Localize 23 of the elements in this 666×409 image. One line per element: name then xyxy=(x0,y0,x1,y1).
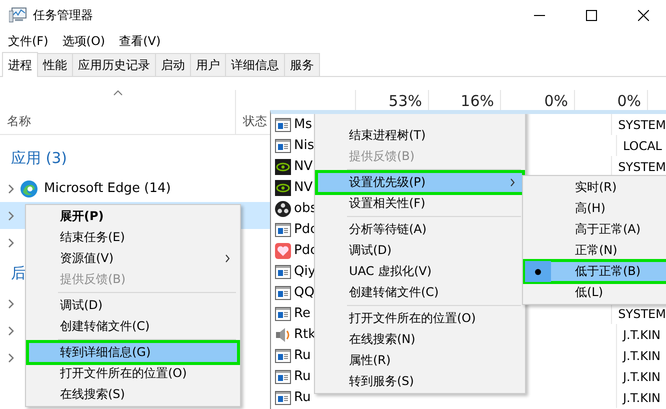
process-name: Nis xyxy=(294,138,314,153)
process-name: Re xyxy=(294,306,310,321)
user-name: J.T.KIN xyxy=(621,328,660,342)
process-name: QQ xyxy=(294,285,314,300)
window-title: 任务管理器 xyxy=(33,6,94,24)
process-name: Ru xyxy=(294,348,311,363)
user-name: J.T.KIN xyxy=(621,370,660,384)
process-name: NV xyxy=(294,159,313,174)
process-name: Rtk xyxy=(294,327,316,342)
group-title: 后 xyxy=(11,264,26,282)
user-name: SYSTEM xyxy=(617,306,666,320)
user-name: LOCAL xyxy=(622,138,662,152)
group-title: 应用 (3) xyxy=(11,148,68,168)
user-name: J.T.KIN xyxy=(621,390,660,404)
process-name: Microsoft Edge (14) xyxy=(44,181,171,196)
process-name: Ru xyxy=(294,369,311,384)
user-name: SYSTEM xyxy=(617,160,666,174)
user-name: SYSTEM xyxy=(617,118,666,132)
process-name: Ms xyxy=(294,117,312,132)
process-name: NV xyxy=(294,180,313,195)
user-name: J.T.KIN xyxy=(621,348,660,362)
process-name: Qiy xyxy=(294,264,316,279)
process-name: Ru xyxy=(294,390,311,405)
